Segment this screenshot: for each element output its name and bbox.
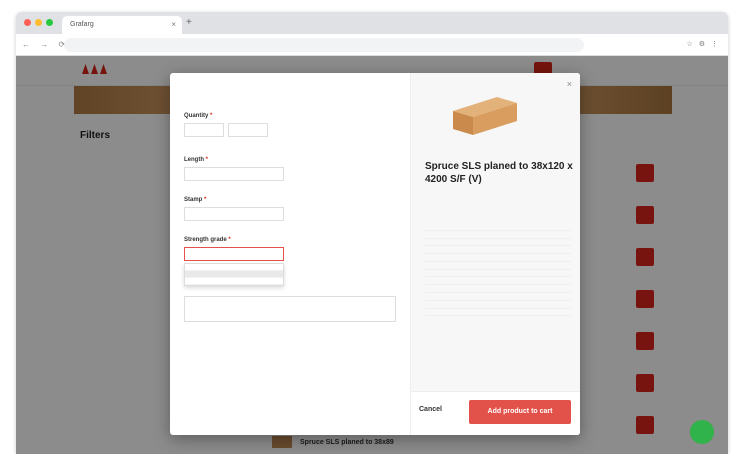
quantity-label-text: Quantity xyxy=(184,113,209,119)
tab-title: Grafarg xyxy=(70,21,94,28)
close-window-dot[interactable] xyxy=(24,19,31,26)
cancel-button[interactable]: Cancel xyxy=(419,406,442,413)
stamp-label-text: Stamp xyxy=(184,197,203,203)
close-icon[interactable]: × xyxy=(567,79,572,89)
add-to-cart-button[interactable]: Add product to cart xyxy=(469,400,571,424)
stamp-label: Stamp * xyxy=(184,197,396,203)
required-marker: * xyxy=(204,197,207,203)
maximize-window-dot[interactable] xyxy=(46,19,53,26)
product-summary-panel: × Spruce SLS planed to 38x120 x 4200 S/F… xyxy=(410,73,580,435)
spec-row xyxy=(425,246,571,255)
quantity-unit-select[interactable] xyxy=(228,123,268,137)
spec-row xyxy=(425,239,571,247)
product-name: Spruce SLS planed to 38x120 x 4200 S/F (… xyxy=(425,161,573,185)
url-bar: ← → ⟳ ☆ ⚙ ⋮ xyxy=(16,34,728,56)
spec-row xyxy=(425,277,571,286)
dropdown-option[interactable] xyxy=(185,264,283,271)
dropdown-option[interactable] xyxy=(185,278,283,285)
tab-bar: Grafarg × + xyxy=(16,12,728,34)
length-input[interactable] xyxy=(184,167,284,181)
window-controls[interactable] xyxy=(24,19,53,26)
notes-textarea[interactable] xyxy=(184,296,396,322)
strength-grade-dropdown xyxy=(184,263,284,286)
dropdown-option-selected[interactable] xyxy=(185,271,283,278)
quantity-input[interactable] xyxy=(184,123,224,137)
spec-row xyxy=(425,285,571,294)
minimize-window-dot[interactable] xyxy=(35,19,42,26)
length-label: Length * xyxy=(184,157,396,163)
tab-close-icon[interactable]: × xyxy=(171,20,176,29)
browser-tab[interactable]: Grafarg × xyxy=(62,16,182,34)
product-options-form: Quantity * Length * Stamp * Strength gra… xyxy=(170,73,410,435)
required-marker: * xyxy=(205,157,209,163)
strength-grade-select[interactable] xyxy=(184,247,284,261)
specs-table xyxy=(425,223,571,317)
quantity-row xyxy=(184,123,396,137)
spec-row xyxy=(425,309,571,317)
strength-grade-label-text: Strength grade xyxy=(184,237,227,243)
spec-row xyxy=(425,301,571,309)
address-input[interactable] xyxy=(64,38,584,52)
spec-row xyxy=(425,231,571,239)
spec-row xyxy=(425,254,571,262)
new-tab-icon[interactable]: + xyxy=(186,17,192,28)
product-image xyxy=(453,97,517,135)
spec-row xyxy=(425,293,571,301)
add-product-modal: Quantity * Length * Stamp * Strength gra… xyxy=(170,73,580,435)
extension-icons[interactable]: ☆ ⚙ ⋮ xyxy=(687,40,720,48)
length-label-text: Length xyxy=(184,157,204,163)
spec-row xyxy=(425,262,571,270)
chat-bubble-icon[interactable] xyxy=(690,420,714,444)
required-marker: * xyxy=(210,113,213,119)
required-marker: * xyxy=(228,237,231,243)
strength-grade-label: Strength grade * xyxy=(184,237,396,243)
quantity-label: Quantity * xyxy=(184,113,396,119)
spec-row xyxy=(425,223,571,231)
stamp-select[interactable] xyxy=(184,207,284,221)
modal-footer: Cancel Add product to cart xyxy=(411,391,580,435)
spec-row xyxy=(425,270,571,278)
nav-icons[interactable]: ← → ⟳ xyxy=(22,40,69,49)
